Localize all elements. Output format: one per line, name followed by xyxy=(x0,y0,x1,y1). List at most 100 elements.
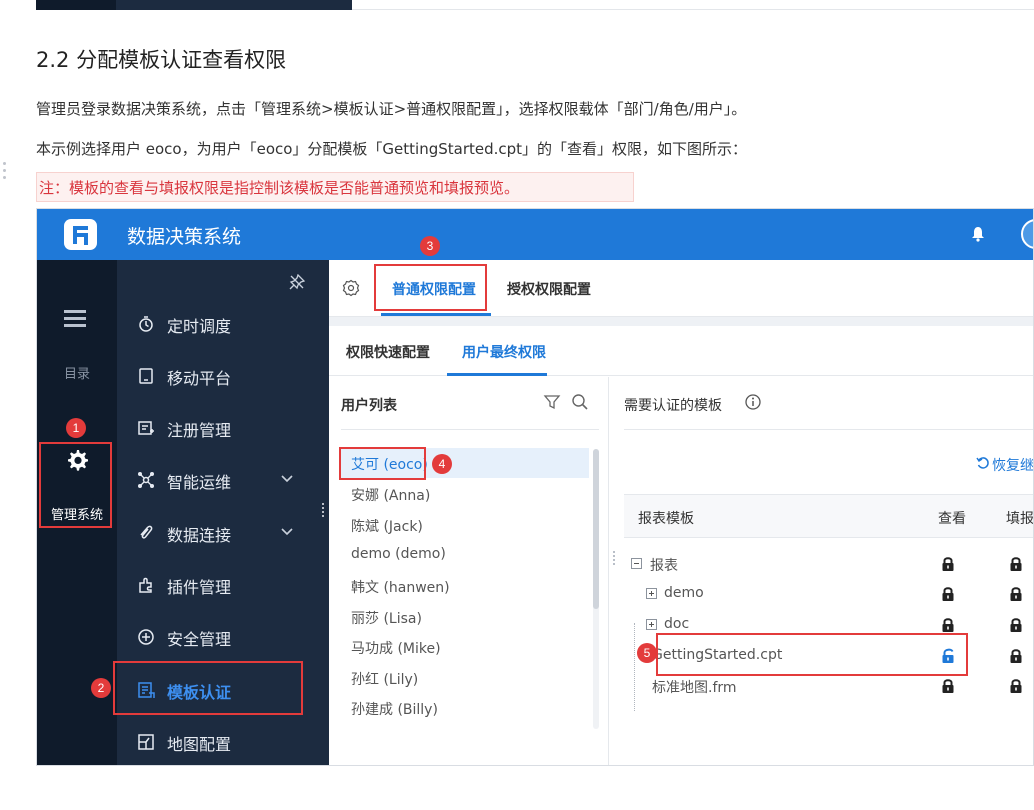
user-list-title: 用户列表 xyxy=(341,398,397,414)
tab-grant-permission[interactable]: 授权权限配置 xyxy=(507,279,591,299)
settings-icon[interactable] xyxy=(342,279,360,297)
annotation-box-template xyxy=(656,633,968,676)
user-row[interactable]: 孙建成 (Billy) xyxy=(341,693,589,723)
shield-icon xyxy=(138,629,154,645)
info-icon[interactable] xyxy=(744,393,762,411)
annotation-box-user xyxy=(339,447,426,480)
menu-item-security[interactable]: 安全管理 xyxy=(117,617,329,657)
bell-icon[interactable] xyxy=(971,226,985,242)
chevron-down-icon[interactable] xyxy=(280,474,294,484)
menu-item-label: 注册管理 xyxy=(167,421,232,440)
instruction-paragraph: 管理员登录数据决策系统，点击「管理系统>模板认证>普通权限配置」，选择权限载体「… xyxy=(36,100,747,118)
menu-item-data-connection[interactable]: 数据连接 xyxy=(117,513,329,553)
lock-icon[interactable] xyxy=(1009,556,1023,572)
search-icon[interactable] xyxy=(571,393,589,411)
active-subtab-indicator xyxy=(447,373,547,376)
menu-item-ops[interactable]: 智能运维 xyxy=(117,460,329,500)
chevron-down-icon[interactable] xyxy=(280,527,294,537)
menu-item-label: 数据连接 xyxy=(167,526,232,545)
example-paragraph: 本示例选择用户 eoco，为用户「eoco」分配模板「GettingStarte… xyxy=(36,140,748,158)
annotation-box-admin xyxy=(39,442,112,528)
ops-icon xyxy=(138,472,154,488)
tree-row-label: 报表 xyxy=(650,558,678,574)
step-badge: 3 xyxy=(420,236,440,256)
menu-item-schedule[interactable]: 定时调度 xyxy=(117,304,329,344)
tree-row-demo[interactable]: demo xyxy=(624,579,1033,609)
avatar[interactable] xyxy=(1021,219,1033,249)
menu-item-plugins[interactable]: 插件管理 xyxy=(117,565,329,605)
active-tab-indicator xyxy=(381,313,491,316)
scrollbar-thumb[interactable] xyxy=(593,449,599,609)
timer-icon xyxy=(139,316,153,332)
divider xyxy=(341,429,599,430)
lock-icon[interactable] xyxy=(941,586,955,602)
undo-icon xyxy=(976,457,989,469)
column-view: 查看 xyxy=(938,511,966,527)
menu-item-label: 智能运维 xyxy=(167,473,232,492)
main-content: 普通权限配置 授权权限配置 权限快速配置 用户最终权限 用户列表 艾可 (eoc… xyxy=(329,260,1034,765)
divider xyxy=(624,429,1033,430)
tablet-icon xyxy=(139,368,153,384)
resize-handle[interactable] xyxy=(613,551,616,567)
tab-user-final-permission[interactable]: 用户最终权限 xyxy=(462,342,546,362)
lock-icon[interactable] xyxy=(1009,586,1023,602)
menu-item-label: 移动平台 xyxy=(167,369,232,388)
user-list-panel: 用户列表 艾可 (eoco) 安娜 (Anna) 陈斌 (Jack) demo … xyxy=(329,377,609,765)
lock-icon[interactable] xyxy=(1009,617,1023,633)
annotation-box-common-tab xyxy=(374,264,487,311)
previous-sidebar-edge xyxy=(116,0,352,10)
menu-item-register[interactable]: 注册管理 xyxy=(117,408,329,448)
user-row[interactable]: 韩文 (hanwen) xyxy=(341,571,589,601)
template-panel-title: 需要认证的模板 xyxy=(624,398,722,414)
user-row[interactable]: 陈斌 (Jack) xyxy=(341,510,589,540)
step-badge: 5 xyxy=(637,643,657,663)
unpin-icon[interactable] xyxy=(289,274,305,290)
lock-icon[interactable] xyxy=(941,617,955,633)
previous-rail-edge xyxy=(36,0,116,10)
user-row[interactable]: 孙红 (Lily) xyxy=(341,663,589,693)
previous-screenshot-edge xyxy=(36,0,1034,10)
permission-card: 权限快速配置 用户最终权限 用户列表 艾可 (eoco) 安娜 (Anna) 陈… xyxy=(329,326,1034,765)
block-drag-handle[interactable] xyxy=(2,162,8,184)
user-row[interactable]: 马功成 (Mike) xyxy=(341,632,589,662)
menu-item-label: 定时调度 xyxy=(167,317,232,336)
note-callout: 注：模板的查看与填报权限是指控制该模板是否能普通预览和填报预览。 xyxy=(36,172,634,202)
template-panel: 需要认证的模板 恢复继 报表模板 查看 填报 报表 demo doc Getti… xyxy=(610,377,1034,765)
restore-label: 恢复继 xyxy=(992,458,1034,474)
tree-row-label: 标准地图.frm xyxy=(652,680,737,696)
sub-tabs: 权限快速配置 用户最终权限 xyxy=(329,326,1033,376)
resize-handle[interactable] xyxy=(322,503,325,519)
tab-quick-config[interactable]: 权限快速配置 xyxy=(346,342,430,362)
annotation-box-template-auth xyxy=(113,661,303,715)
lock-icon[interactable] xyxy=(941,678,955,694)
column-template: 报表模板 xyxy=(638,511,694,527)
plugin-icon xyxy=(139,577,152,593)
list-icon[interactable] xyxy=(64,310,86,331)
expand-icon[interactable] xyxy=(646,588,657,599)
menu-item-map[interactable]: 地图配置 xyxy=(117,722,329,762)
menu-item-label: 安全管理 xyxy=(167,630,232,649)
lock-icon[interactable] xyxy=(941,556,955,572)
step-badge: 1 xyxy=(66,418,86,438)
user-row[interactable]: demo (demo) xyxy=(341,540,589,570)
app-title: 数据决策系统 xyxy=(127,226,242,248)
collapse-icon[interactable] xyxy=(631,558,642,569)
system-screenshot: 数据决策系统 目录 管理系统 定时调度 移动平台 注册管理 智能运维 数据连接 … xyxy=(36,208,1034,766)
register-icon xyxy=(138,421,154,435)
column-fill: 填报 xyxy=(1006,511,1034,527)
restore-inherit-button[interactable]: 恢复继 xyxy=(976,455,1034,475)
tree-row-label: demo xyxy=(664,585,704,601)
user-row[interactable]: 丽莎 (Lisa) xyxy=(341,602,589,632)
step-badge: 2 xyxy=(91,678,111,698)
tree-row-reports[interactable]: 报表 xyxy=(624,549,1033,579)
menu-item-mobile[interactable]: 移动平台 xyxy=(117,356,329,396)
lock-icon[interactable] xyxy=(1009,678,1023,694)
lock-icon[interactable] xyxy=(1009,648,1023,664)
filter-icon[interactable] xyxy=(543,393,561,411)
expand-icon[interactable] xyxy=(646,619,657,630)
map-icon xyxy=(138,734,154,750)
menu-item-label: 地图配置 xyxy=(167,735,232,754)
user-row[interactable]: 安娜 (Anna) xyxy=(341,479,589,509)
app-header: 数据决策系统 xyxy=(37,209,1033,260)
rail-catalog-label[interactable]: 目录 xyxy=(37,363,117,382)
